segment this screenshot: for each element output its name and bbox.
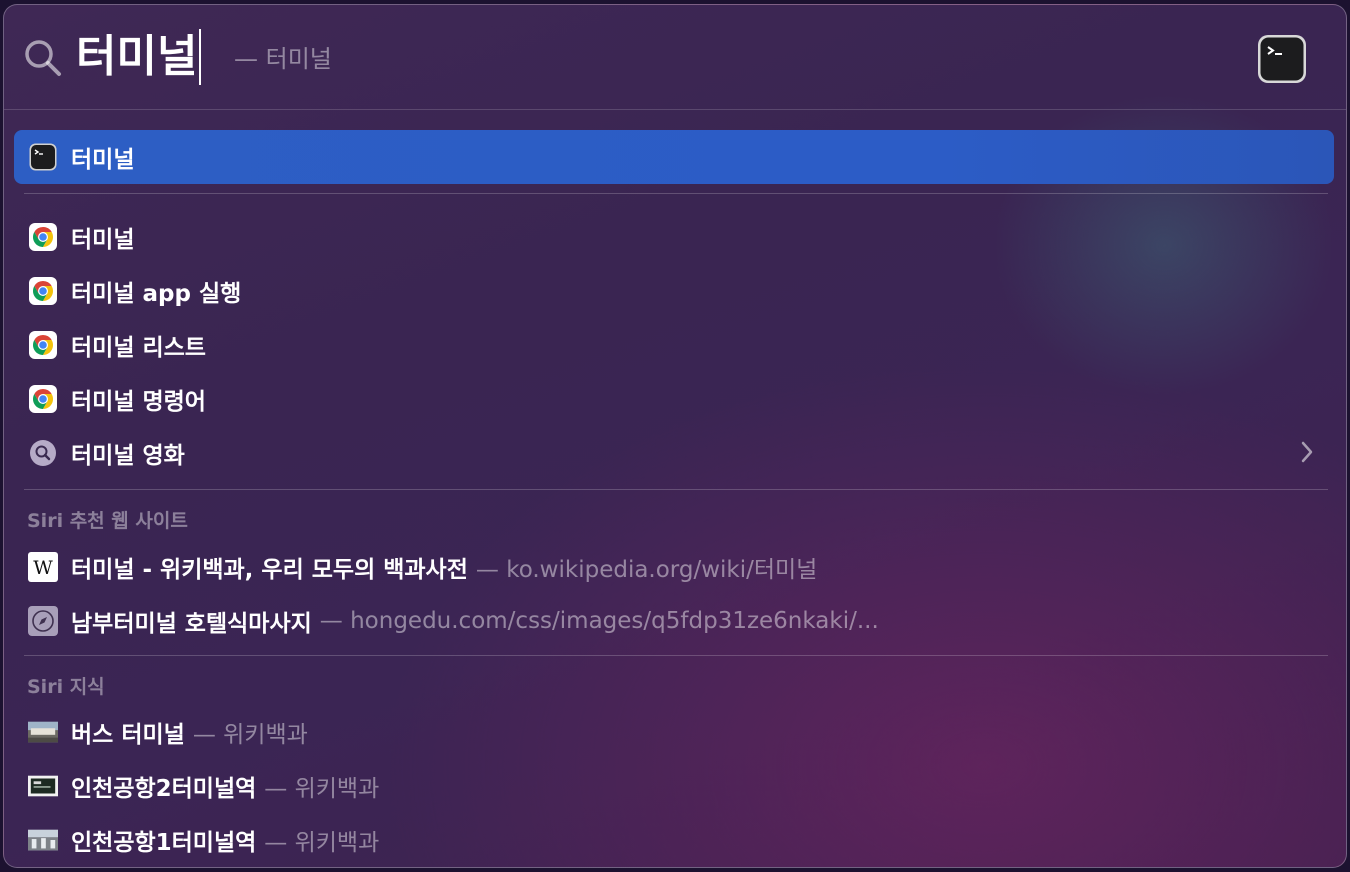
search-completion-hint: — 터미널 xyxy=(234,45,332,73)
safari-compass-icon xyxy=(28,606,58,636)
siri-website-url: — ko.wikipedia.org/wiki/터미널 xyxy=(475,557,818,583)
chevron-right-icon[interactable] xyxy=(1300,440,1314,464)
siri-knowledge-source: — 위키백과 xyxy=(264,776,380,802)
web-suggestion-label: 터미널 명령어 xyxy=(71,389,206,415)
web-suggestion-label: 터미널 app 실행 xyxy=(71,281,242,307)
wikipedia-icon: W xyxy=(28,552,58,582)
text-caret xyxy=(199,29,202,85)
divider xyxy=(24,489,1328,490)
search-icon xyxy=(25,40,61,76)
section-header-siri-websites: Siri 추천 웹 사이트 xyxy=(27,510,188,532)
siri-website-label: 남부터미널 호텔식마사지 xyxy=(71,611,312,637)
web-suggestion-row[interactable]: 터미널 리스트 xyxy=(14,318,1334,372)
web-suggestion-label: 터미널 영화 xyxy=(71,443,185,469)
divider xyxy=(24,193,1328,194)
siri-website-row[interactable]: 남부터미널 호텔식마사지 — hongedu.com/css/images/q5… xyxy=(14,594,1334,648)
top-hit-row[interactable]: 터미널 xyxy=(14,130,1334,184)
web-suggestion-row[interactable]: 터미널 명령어 xyxy=(14,372,1334,426)
siri-knowledge-source: — 위키백과 xyxy=(264,830,380,856)
web-suggestion-label: 터미널 xyxy=(71,227,135,253)
web-suggestion-row[interactable]: 터미널 xyxy=(14,210,1334,264)
svg-text:W: W xyxy=(33,557,53,579)
thumbnail-image-icon xyxy=(28,825,58,855)
thumbnail-image-icon xyxy=(28,771,58,801)
siri-website-label: 터미널 - 위키백과, 우리 모두의 백과사전 xyxy=(71,557,468,583)
top-hit-label: 터미널 xyxy=(71,147,135,173)
search-query-text: 터미널 xyxy=(76,31,198,82)
search-input[interactable]: 터미널 xyxy=(76,27,202,87)
chrome-icon xyxy=(28,276,58,306)
section-header-siri-knowledge: Siri 지식 xyxy=(27,676,105,698)
divider xyxy=(24,655,1328,656)
siri-knowledge-row[interactable]: 인천공항1터미널역 — 위키백과 xyxy=(14,813,1334,867)
search-icon xyxy=(28,438,58,468)
siri-website-url: — hongedu.com/css/images/q5fdp31ze6nkaki… xyxy=(319,608,879,634)
search-bar[interactable]: 터미널 — 터미널 xyxy=(4,5,1346,110)
web-suggestion-row[interactable]: 터미널 app 실행 xyxy=(14,264,1334,318)
siri-knowledge-row[interactable]: 버스 터미널 — 위키백과 xyxy=(14,705,1334,759)
web-suggestion-label: 터미널 리스트 xyxy=(71,335,206,361)
siri-knowledge-source: — 위키백과 xyxy=(192,722,308,748)
chrome-icon xyxy=(28,222,58,252)
siri-knowledge-label: 버스 터미널 xyxy=(71,722,185,748)
spotlight-panel: 터미널 — 터미널 터미널 터미널 터미널 app 실행 터미널 리스트 터미널… xyxy=(3,4,1347,868)
siri-knowledge-label: 인천공항2터미널역 xyxy=(71,776,257,802)
siri-knowledge-label: 인천공항1터미널역 xyxy=(71,830,257,856)
chrome-icon xyxy=(28,384,58,414)
terminal-app-icon xyxy=(28,142,58,172)
web-suggestion-row[interactable]: 터미널 영화 xyxy=(14,426,1334,480)
siri-knowledge-row[interactable]: 인천공항2터미널역 — 위키백과 xyxy=(14,759,1334,813)
thumbnail-image-icon xyxy=(28,717,58,747)
chrome-icon xyxy=(28,330,58,360)
siri-website-row[interactable]: W 터미널 - 위키백과, 우리 모두의 백과사전 — ko.wikipedia… xyxy=(14,540,1334,594)
terminal-app-icon[interactable] xyxy=(1257,34,1307,84)
